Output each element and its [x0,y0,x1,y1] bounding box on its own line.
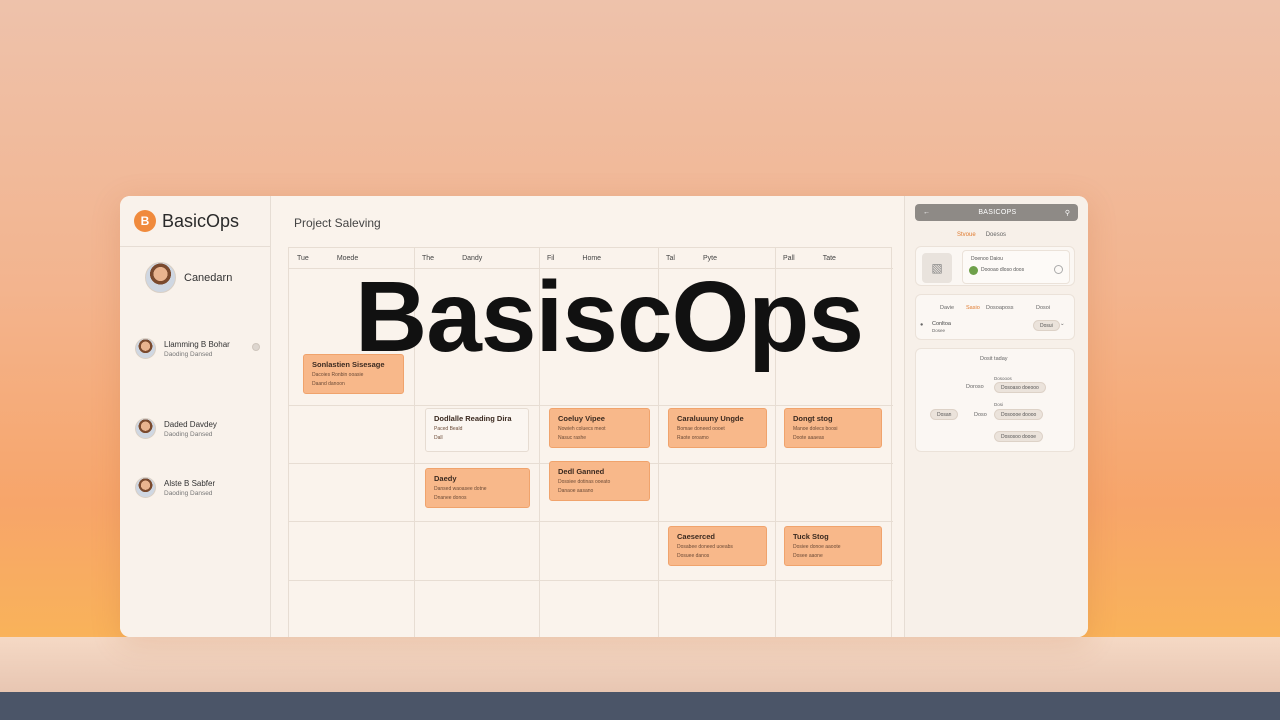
field-chip[interactable]: Dosan [930,409,959,420]
brand-name: BasicOps [162,210,240,231]
task-card[interactable]: Daedy Dansed waoasee dotne Dnanee donos [425,468,530,508]
floor-reflection [0,637,1280,692]
mini-tab[interactable]: Davie [940,305,954,311]
task-card[interactable]: Tuck Stog Dosiee donoe aaoote Dosee aaon… [784,526,882,566]
field-select[interactable]: Dosoaso doeooo [994,382,1046,393]
bottom-bar [0,692,1280,720]
member-role: Daoding Dansed [164,430,213,438]
user-icon: ● [920,322,924,328]
chevron-down-icon[interactable]: ⌄ [1060,321,1065,327]
setting-sub: Dosee [932,328,946,333]
status-green-icon [969,266,978,275]
panel-tab[interactable]: Doesos [986,232,1006,238]
current-user[interactable]: Canedarn [145,262,232,293]
file-icon: ▧ [922,253,952,283]
task-card[interactable]: Dedl Ganned Dossiee dotinas ooeato Danao… [549,461,650,501]
mini-tab[interactable]: Dosoi [1036,305,1050,311]
section-title: Dosit taday [980,356,1008,362]
mini-tab[interactable]: Dosoaposs [986,305,1014,311]
avatar [145,262,176,293]
profile-card: ▧ Doenoo Daiou Doooao dloso doos [915,246,1075,286]
member-role: Daoding Dansed [164,489,213,497]
task-card[interactable]: Caeserced Dosabee doneed uoeabs Dosuee d… [668,526,767,566]
member-item[interactable]: Llamming B Bohar Daoding Dansed [135,338,260,359]
setting-value-pill[interactable]: Dosui [1033,320,1060,331]
field-select[interactable]: Dososoo doooe [994,431,1044,442]
task-card[interactable]: Coeluy Vipee Nowieh coluecs meot Nasuc r… [549,408,650,448]
details-panel: ← BASICOPS ⚲ Stvoue Doesos ▧ Doenoo Daio… [904,196,1088,637]
grid-line [289,580,893,581]
sidebar-divider [120,246,271,247]
member-name: Alste B Sabfer [164,478,216,488]
task-card[interactable]: Dongt stog Manoe dolecs boosi Doote aaae… [784,408,882,448]
task-card[interactable]: Dodlalle Reading Dira Paced Beald Dall [425,408,529,452]
task-card[interactable]: Caraluuuny Ungde Bomae doneed oooet Raot… [668,408,767,448]
member-name: Daded Davdey [164,419,217,429]
field-label: Doroso [966,384,984,390]
mini-tab[interactable]: Sasio [966,305,980,311]
field-caption: Dosooos [994,376,1012,381]
field-select[interactable]: Dosoooe doooo [994,409,1044,420]
member-name: Llamming B Bohar [164,339,230,349]
brand-logo-icon: B [134,210,156,232]
overlay-title: BasiscOps [355,261,864,373]
radio-icon[interactable] [1054,265,1063,274]
avatar [135,418,156,439]
settings-card: Davie Sasio Dosoaposs Dosoi ● Conltoa Do… [915,294,1075,340]
status-dot-icon [252,343,260,351]
member-role: Daoding Dansed [164,350,213,358]
profile-box[interactable]: Doenoo Daiou Doooao dloso doos [962,250,1070,284]
field-label: Doso [974,412,987,418]
grid-line [289,405,893,406]
panel-tab[interactable]: Stvoue [957,232,976,238]
setting-label: Conltoa [932,321,951,327]
panel-tabs: Stvoue Doesos [957,232,1006,238]
member-item[interactable]: Alste B Sabfer Daoding Dansed [135,477,260,498]
page-title: Project Saleving [294,216,381,230]
member-item[interactable]: Daded Davdey Daoding Dansed [135,418,260,439]
panel-title: BASICOPS [978,209,1017,216]
search-icon[interactable]: ⚲ [1065,209,1070,217]
sidebar: B BasicOps Canedarn Llamming B Bohar Dao… [120,196,271,637]
panel-header: ← BASICOPS ⚲ [915,204,1078,221]
avatar [135,338,156,359]
field-caption: Dosi [994,402,1004,407]
grid-line [289,521,893,522]
avatar [135,477,156,498]
brand[interactable]: B BasicOps [134,210,239,232]
form-card: Dosit taday Dosooos Doroso Dosoaso doeoo… [915,348,1075,452]
back-arrow-icon[interactable]: ← [923,209,930,216]
current-user-name: Canedarn [184,271,233,284]
